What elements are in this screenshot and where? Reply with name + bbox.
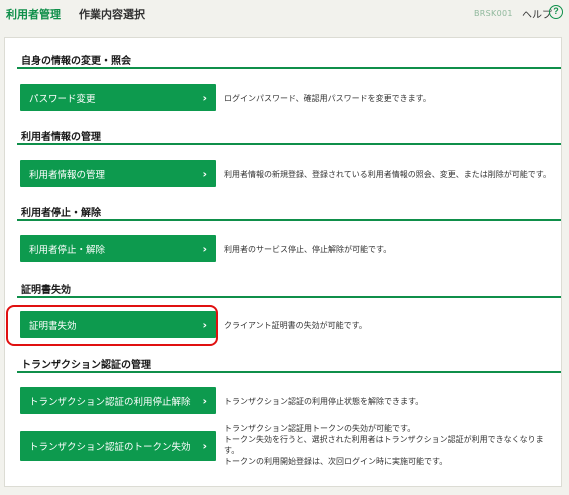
chevron-right-icon: ›: [202, 439, 207, 453]
description-line: 利用者のサービス停止、停止解除が可能です。: [224, 245, 392, 254]
transaction-auth-token-revoke-button[interactable]: トランザクション認証のトークン失効 ›: [20, 431, 216, 461]
section-divider: [17, 371, 561, 373]
button-label: 利用者停止・解除: [29, 244, 106, 256]
screen-id: BRSK001: [474, 9, 513, 18]
chevron-right-icon: ›: [202, 91, 207, 104]
description-line: トランザクション認証の利用停止状態を解除できます。: [224, 397, 424, 406]
description-line: クライアント証明書の失効が可能です。: [224, 321, 367, 330]
page-subtitle: 作業内容選択: [79, 8, 145, 21]
description-text: 利用者のサービス停止、停止解除が可能です。: [224, 244, 391, 255]
page-title: 利用者管理: [6, 8, 61, 21]
password-change-button[interactable]: パスワード変更 ›: [20, 84, 216, 111]
description-line: トランザクション認証用トークンの失効が可能です。: [224, 424, 416, 433]
section-title-user-suspend: 利用者停止・解除: [21, 208, 101, 219]
section-title-transaction-auth: トランザクション認証の管理: [21, 360, 151, 371]
description-line: トークン失効を行うと、選択された利用者はトランザクション認証が利用できなくなりま: [224, 435, 544, 444]
chevron-right-icon: ›: [202, 394, 207, 407]
section-title-user-info: 利用者情報の管理: [21, 132, 101, 143]
chevron-right-icon: ›: [202, 242, 207, 255]
button-label: トランザクション認証のトークン失効: [29, 442, 191, 453]
description-text: ログインパスワード、確認用パスワードを変更できます。: [224, 93, 431, 104]
description-text: クライアント証明書の失効が可能です。: [224, 320, 367, 331]
button-label: パスワード変更: [29, 93, 96, 105]
section-divider: [17, 67, 561, 69]
section-title-cert-revoke: 証明書失効: [21, 285, 71, 296]
help-link[interactable]: ヘルプ: [522, 6, 552, 21]
description-line: 利用者情報の新規登録、登録されている利用者情報の照会、変更、または削除が可能です…: [224, 170, 551, 179]
transaction-auth-unsuspend-button[interactable]: トランザクション認証の利用停止解除 ›: [20, 387, 216, 414]
highlight-annotation: [6, 305, 218, 346]
section-title-self-info: 自身の情報の変更・照会: [21, 56, 131, 67]
help-icon[interactable]: ?: [549, 5, 563, 19]
section-divider: [17, 219, 561, 221]
section-divider: [17, 296, 561, 298]
description-text: トランザクション認証用トークンの失効が可能です。 トークン失効を行うと、選択され…: [224, 423, 544, 467]
chevron-right-icon: ›: [202, 167, 207, 180]
description-line: トークンの利用開始登録は、次回ログイン時に実施可能です。: [224, 457, 448, 466]
section-divider: [17, 143, 561, 145]
button-label: 利用者情報の管理: [29, 169, 106, 181]
description-line: ログインパスワード、確認用パスワードを変更できます。: [224, 94, 431, 103]
header-bar: 利用者管理 作業内容選択 BRSK001 ヘルプ ?: [0, 0, 569, 28]
user-suspend-button[interactable]: 利用者停止・解除 ›: [20, 235, 216, 262]
button-label: トランザクション認証の利用停止解除: [29, 396, 191, 408]
description-text: 利用者情報の新規登録、登録されている利用者情報の照会、変更、または削除が可能です…: [224, 169, 551, 180]
menu-panel: 自身の情報の変更・照会 パスワード変更 › ログインパスワード、確認用パスワード…: [4, 37, 562, 487]
user-info-management-button[interactable]: 利用者情報の管理 ›: [20, 160, 216, 187]
description-line: す。: [224, 446, 240, 455]
description-text: トランザクション認証の利用停止状態を解除できます。: [224, 396, 423, 407]
